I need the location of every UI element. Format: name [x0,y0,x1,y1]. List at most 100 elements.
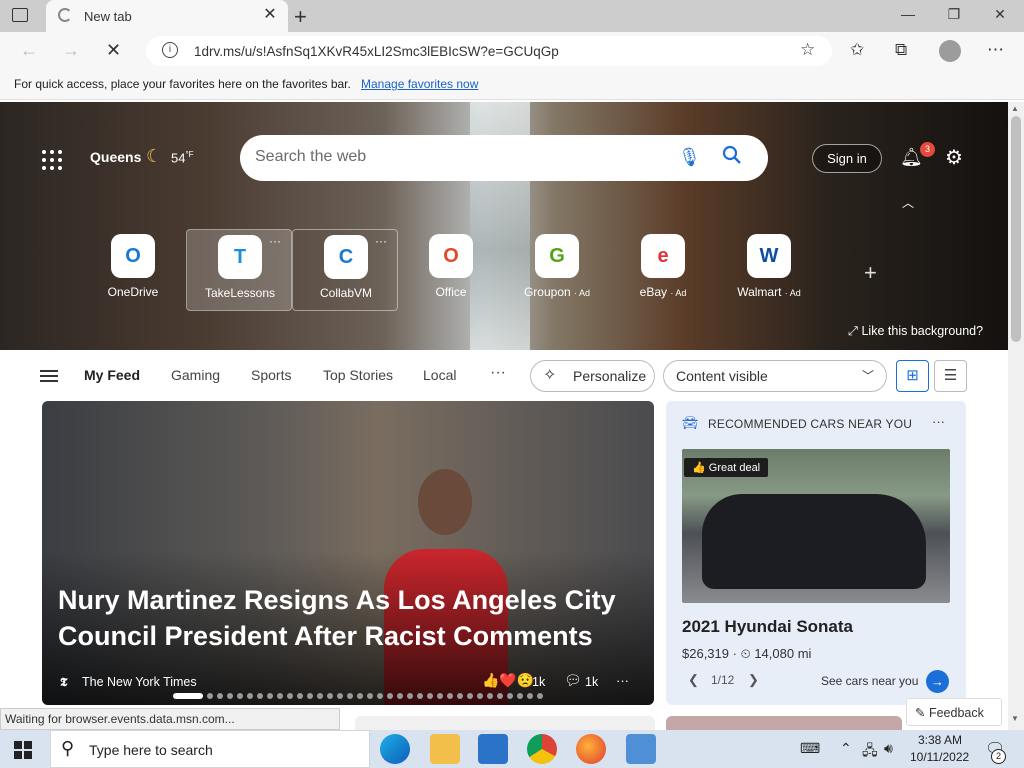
minimize-button[interactable]: — [898,6,918,22]
scroll-up-icon[interactable]: ▲ [1011,104,1019,113]
pager-dot[interactable] [507,693,513,699]
tab-top-stories[interactable]: Top Stories [323,367,393,383]
edge-icon[interactable] [380,734,410,764]
more-tabs-icon[interactable]: ··· [490,364,506,382]
scroll-down-icon[interactable]: ▼ [1011,714,1019,723]
hamburger-menu-icon[interactable] [40,370,58,382]
tab-new-tab[interactable]: New tab ✕ [46,0,288,32]
pager-dot[interactable] [297,693,303,699]
pager-dot[interactable] [487,693,493,699]
collections-icon[interactable]: ⧉ [895,40,907,60]
feedback-button[interactable]: ✎ Feedback [906,698,1002,726]
forward-button[interactable]: → [62,40,80,61]
pager-dot[interactable] [387,693,393,699]
add-site-button[interactable]: + [864,260,877,286]
pager-dot[interactable] [277,693,283,699]
story-card-peek[interactable] [666,716,902,730]
personalize-button[interactable]: ✧ Personalize [530,360,655,392]
car-photo[interactable]: 👍 Great deal [682,449,950,603]
pager-dot[interactable] [447,693,453,699]
pager-dot[interactable] [347,693,353,699]
content-visibility-select[interactable]: Content visible ﹀ [663,360,887,392]
scrollbar-thumb[interactable] [1011,116,1021,342]
pager-dot[interactable] [367,693,373,699]
pager-dot[interactable] [397,693,403,699]
pager-dot[interactable] [217,693,223,699]
story-more-icon[interactable]: ··· [616,673,629,688]
cars-card[interactable]: 🚘︎ RECOMMENDED CARS NEAR YOU ··· 👍 Great… [666,401,966,705]
windows-start-icon[interactable] [14,741,32,759]
pager-dot[interactable] [227,693,233,699]
chevron-left-icon[interactable]: ❮ [688,672,699,688]
reactions-icon[interactable]: 👍❤️😟 [482,672,534,689]
clock-date[interactable]: 10/11/2022 [910,750,969,764]
restore-button[interactable]: ❐ [944,6,964,23]
file-explorer-icon[interactable] [430,734,460,764]
comment-icon[interactable]: 💬︎ [564,672,582,689]
quick-link-walmart[interactable]: W Walmart · Ad [716,229,822,311]
story-headline[interactable]: Nury Martinez Resigns As Los Angeles Cit… [58,582,638,654]
chevron-up-icon[interactable]: ⌃ [840,740,852,757]
clock-time[interactable]: 3:38 AM [918,733,962,747]
stop-loading-button[interactable]: ✕ [106,40,121,61]
chrome-icon[interactable] [527,734,557,764]
quick-link-takelessons[interactable]: T TakeLessons ··· [186,229,292,311]
tile-more-icon[interactable]: ··· [375,234,387,248]
pager-dot[interactable] [357,693,363,699]
pager-dot[interactable] [173,693,203,699]
quick-link-groupon[interactable]: G Groupon · Ad [504,229,610,311]
chevron-up-icon[interactable]: ︿ [902,194,914,211]
story-card-peek[interactable] [355,716,655,730]
pager-dot[interactable] [207,693,213,699]
close-window-button[interactable]: ✕ [990,6,1010,23]
pager-dot[interactable] [287,693,293,699]
weather-temp[interactable]: 54°F [171,150,194,165]
carousel-pager[interactable] [173,693,547,699]
quick-link-onedrive[interactable]: O OneDrive [80,229,186,311]
search-icon[interactable] [722,145,742,165]
add-favorite-icon[interactable]: ☆ [800,40,815,60]
chevron-right-icon[interactable]: ❯ [748,672,759,688]
tile-more-icon[interactable]: ··· [269,234,281,248]
taskbar-search[interactable]: ⚲ Type here to search [50,730,370,768]
url-text[interactable]: 1drv.ms/u/s!AsfnSq1XKvR45xLI2Smc3lEBIcSW… [194,44,559,59]
pager-dot[interactable] [517,693,523,699]
more-menu-icon[interactable]: ⋯ [987,40,1004,60]
pager-dot[interactable] [267,693,273,699]
tab-sports[interactable]: Sports [251,367,291,383]
keyboard-icon[interactable]: ⌨ [800,740,820,757]
pager-dot[interactable] [407,693,413,699]
firefox-icon[interactable] [576,734,606,764]
tab-actions-icon[interactable] [12,8,28,22]
top-story-card[interactable]: Nury Martinez Resigns As Los Angeles Cit… [42,401,654,705]
pager-dot[interactable] [257,693,263,699]
store-icon[interactable] [478,734,508,764]
info-icon[interactable]: i [162,42,178,58]
arrow-right-icon[interactable]: → [926,670,949,693]
pager-dot[interactable] [237,693,243,699]
pager-dot[interactable] [307,693,313,699]
manage-favorites-link[interactable]: Manage favorites now [361,77,478,91]
cars-more-icon[interactable]: ··· [932,414,945,429]
pager-dot[interactable] [527,693,533,699]
quick-link-office[interactable]: O Office [398,229,504,311]
pager-dot[interactable] [537,693,543,699]
network-icon[interactable]: 🖧 [862,740,878,764]
see-cars-link[interactable]: See cars near you [821,674,918,688]
microphone-icon[interactable]: 🎙 [678,147,701,168]
apps-grid-icon[interactable] [42,150,62,170]
pager-dot[interactable] [337,693,343,699]
pager-dot[interactable] [457,693,463,699]
pager-dot[interactable] [477,693,483,699]
quick-link-ebay[interactable]: e eBay · Ad [610,229,716,311]
pager-dot[interactable] [377,693,383,699]
tab-gaming[interactable]: Gaming [171,367,220,383]
pager-dot[interactable] [247,693,253,699]
search-input[interactable] [255,148,655,166]
pager-dot[interactable] [327,693,333,699]
list-view-icon[interactable]: ☰ [934,360,967,392]
like-background-link[interactable]: ⤢ Like this background? [848,324,983,339]
tab-my-feed[interactable]: My Feed [84,367,140,383]
favorites-icon[interactable]: ✩ [850,40,864,60]
new-tab-button[interactable]: + [294,4,307,30]
